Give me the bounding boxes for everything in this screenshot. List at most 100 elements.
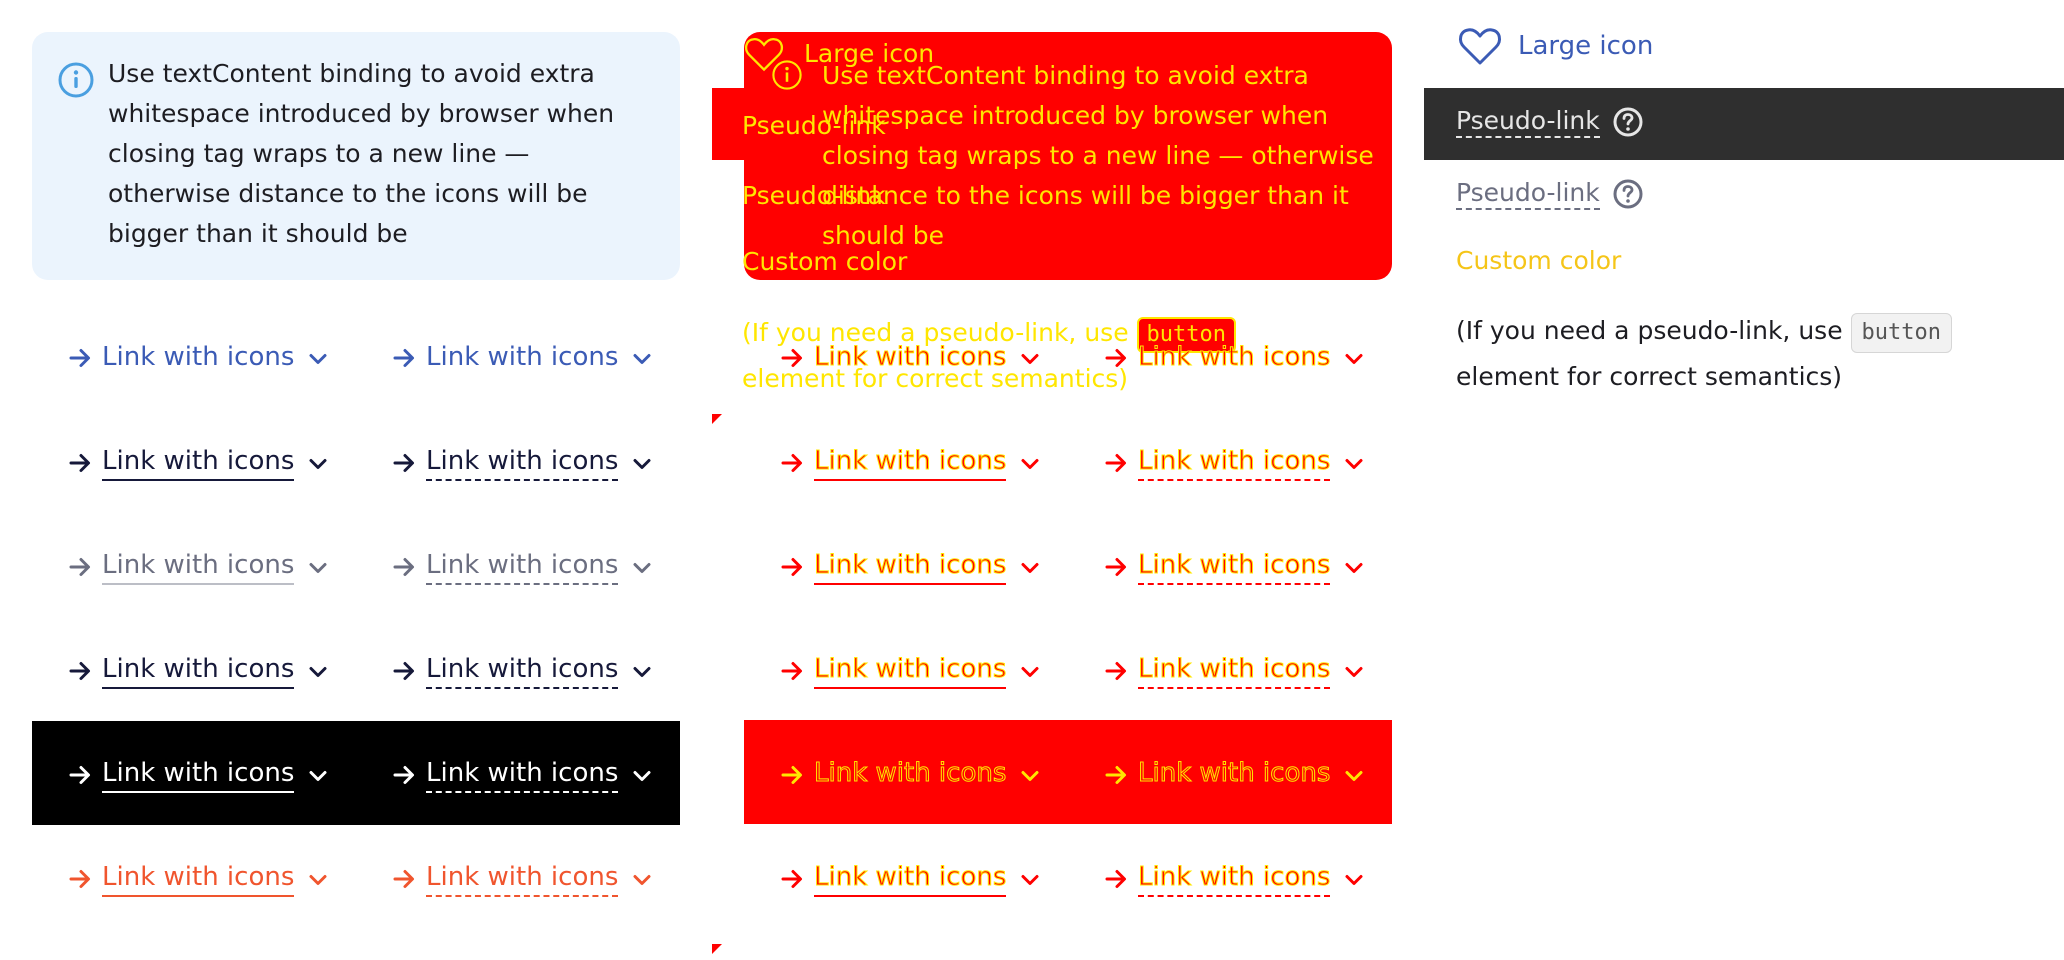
link-with-icons[interactable]: Link with icons — [390, 756, 654, 793]
link-label: Link with icons — [813, 548, 1007, 585]
arrow-right-icon — [66, 657, 94, 685]
chevron-down-icon — [1342, 555, 1366, 579]
link-with-icons[interactable]: Link with icons — [66, 652, 330, 689]
link-with-icons[interactable]: Link with icons — [778, 860, 1042, 897]
link-label: Link with icons — [426, 756, 619, 793]
link-with-icons[interactable]: Link with icons — [778, 548, 1042, 585]
debug-text-line: closing tag wraps to a new line — otherw… — [822, 141, 1374, 170]
arrow-right-icon — [778, 761, 806, 789]
chevron-down-icon — [630, 867, 654, 891]
chevron-down-icon — [1342, 451, 1366, 475]
code-chip: button — [1850, 313, 1953, 353]
arrow-right-icon — [66, 761, 94, 789]
chevron-down-icon — [306, 451, 330, 475]
link-label: Link with icons — [426, 444, 619, 481]
arrow-right-icon — [66, 449, 94, 477]
link-label: Link with icons — [102, 860, 295, 897]
arrow-right-icon — [390, 865, 418, 893]
pseudo-link-dark[interactable]: Pseudo-link — [1456, 106, 1644, 138]
chevron-down-icon — [1018, 659, 1042, 683]
chevron-down-icon — [630, 763, 654, 787]
link-with-icons[interactable]: Link with icons — [778, 652, 1042, 689]
link-label: Link with icons — [813, 342, 1007, 373]
arrow-right-icon — [1102, 449, 1130, 477]
debug-corner — [712, 414, 722, 424]
link-with-icons[interactable]: Link with icons — [1102, 756, 1366, 793]
link-with-icons[interactable]: Link with icons — [66, 860, 330, 897]
arrow-right-icon — [778, 553, 806, 581]
chevron-down-icon — [306, 555, 330, 579]
chevron-down-icon — [306, 659, 330, 683]
large-icon-link[interactable]: Large icon — [1456, 22, 1653, 70]
semantics-after: element for correct semantics) — [1456, 362, 1843, 391]
link-label: Link with icons — [426, 342, 619, 372]
arrow-right-icon — [1102, 657, 1130, 685]
link-with-icons[interactable]: Link with icons — [1102, 340, 1366, 375]
debug-custom-color: Custom color — [742, 247, 908, 276]
chevron-down-icon — [1342, 763, 1366, 787]
link-label: Link with icons — [1137, 860, 1331, 897]
extras-panel: Large icon Pseudo-link Pseudo-link Custo… — [1424, 0, 2064, 960]
link-label: Link with icons — [1137, 548, 1331, 585]
link-label: Link with icons — [813, 860, 1007, 897]
link-with-icons[interactable]: Link with icons — [1102, 860, 1366, 897]
arrow-right-icon — [66, 553, 94, 581]
arrow-right-icon — [778, 865, 806, 893]
link-with-icons[interactable]: Link with icons — [66, 340, 330, 375]
chevron-down-icon — [630, 555, 654, 579]
link-label: Link with icons — [102, 444, 295, 481]
arrow-right-icon — [1102, 865, 1130, 893]
heart-icon — [1459, 28, 1501, 65]
link-with-icons[interactable]: Link with icons — [778, 340, 1042, 375]
chevron-down-icon — [306, 346, 330, 370]
debug-text-line: distance to the icons will be bigger tha… — [822, 181, 1349, 210]
link-with-icons[interactable]: Link with icons — [390, 340, 654, 375]
link-with-icons[interactable]: Link with icons — [1102, 548, 1366, 585]
chevron-down-icon — [306, 867, 330, 891]
pseudo-link[interactable]: Pseudo-link — [1456, 178, 1644, 210]
arrow-right-icon — [1102, 553, 1130, 581]
link-label: Link with icons — [813, 444, 1007, 481]
debug-text-line: whitespace introduced by browser when — [822, 101, 1329, 130]
large-icon-label: Large icon — [1518, 31, 1654, 61]
link-with-icons[interactable]: Link with icons — [1102, 652, 1366, 689]
debug-large-icon-label: Large icon — [804, 39, 935, 68]
chevron-down-icon — [630, 659, 654, 683]
link-with-icons[interactable]: Link with icons — [66, 756, 330, 793]
link-label: Link with icons — [426, 860, 619, 897]
link-with-icons[interactable]: Link with icons — [66, 444, 330, 481]
link-label: Link with icons — [102, 652, 295, 689]
arrow-right-icon — [390, 553, 418, 581]
link-with-icons[interactable]: Link with icons — [1102, 444, 1366, 481]
info-icon — [772, 60, 802, 90]
arrow-right-icon — [1102, 761, 1130, 789]
arrow-right-icon — [1102, 344, 1130, 372]
info-icon — [58, 62, 94, 98]
link-label: Link with icons — [102, 756, 295, 793]
arrow-right-icon — [390, 761, 418, 789]
link-label: Link with icons — [813, 756, 1007, 793]
link-with-icons[interactable]: Link with icons — [390, 444, 654, 481]
custom-color-link[interactable]: Custom color — [1456, 246, 1621, 275]
link-label: Link with icons — [1137, 444, 1331, 481]
link-with-icons[interactable]: Link with icons — [66, 548, 330, 585]
pseudo-link-label: Pseudo-link — [1456, 178, 1600, 210]
link-label: Link with icons — [1137, 652, 1331, 689]
semantics-note: (If you need a pseudo-link, use button e… — [1456, 308, 2016, 400]
link-label: Link with icons — [426, 652, 619, 689]
chevron-down-icon — [1342, 346, 1366, 370]
link-with-icons[interactable]: Link with icons — [778, 756, 1042, 793]
link-with-icons[interactable]: Link with icons — [390, 652, 654, 689]
chevron-down-icon — [630, 451, 654, 475]
debug-pseudo-link: Pseudo-link — [742, 111, 886, 140]
chevron-down-icon — [1018, 555, 1042, 579]
link-with-icons[interactable]: Link with icons — [390, 548, 654, 585]
info-text: Use textContent binding to avoid extra w… — [108, 59, 615, 248]
chevron-down-icon — [1018, 451, 1042, 475]
arrow-right-icon — [66, 865, 94, 893]
info-callout: Use textContent binding to avoid extra w… — [32, 32, 680, 280]
link-with-icons[interactable]: Link with icons — [778, 444, 1042, 481]
arrow-right-icon — [390, 344, 418, 372]
link-with-icons[interactable]: Link with icons — [390, 860, 654, 897]
link-label: Link with icons — [1137, 756, 1331, 793]
